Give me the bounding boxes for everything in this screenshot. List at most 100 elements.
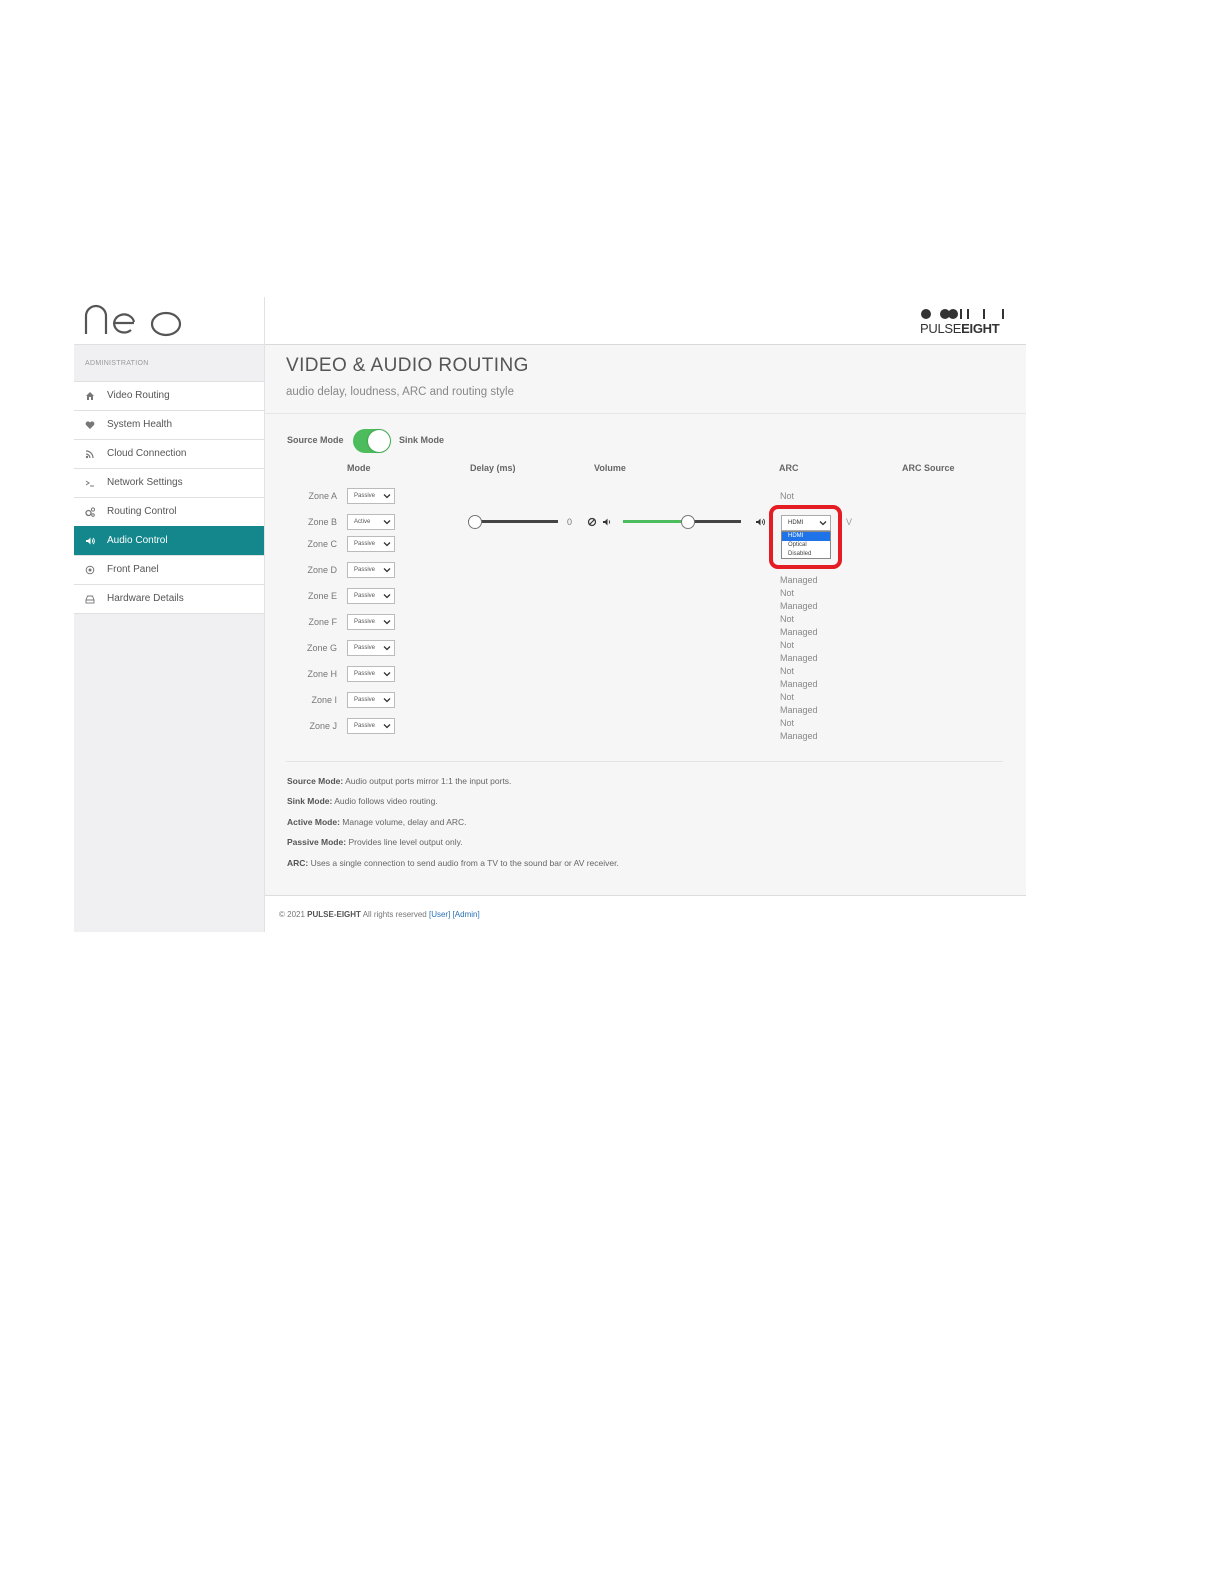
zone-label: Zone B [307,517,337,527]
zone-label: Zone J [309,721,337,731]
legend-desc: Manage volume, delay and ARC. [342,817,467,827]
zone-j-mode-select[interactable]: Passive [347,718,395,734]
footer-copyright: © 2021 [279,910,305,919]
sidebar-item-label: Audio Control [107,535,168,546]
zone-label: Zone I [311,695,337,705]
chevron-down-icon [383,620,391,625]
footer: © 2021 PULSE-EIGHT All rights reserved [… [279,910,480,919]
legend-desc: Audio output ports mirror 1:1 the input … [345,776,512,786]
select-value: Passive [354,723,376,729]
zone-g-mode-select[interactable]: Passive [347,640,395,656]
sidebar-item-routing-control[interactable]: Routing Control [74,497,264,526]
sidebar-nav: Video Routing System Health Cloud Connec… [74,381,264,614]
legend-term: Sink Mode: [287,796,333,806]
cogs-icon [85,507,96,517]
select-value: Passive [354,593,376,599]
zone-a-mode-select[interactable]: Passive [347,488,395,504]
select-value: Passive [354,671,376,677]
zone-label: Zone A [308,491,337,501]
zone-b-mode-select[interactable]: Active [347,514,395,530]
footer-admin-link[interactable]: [Admin] [453,910,480,919]
col-header-volume: Volume [594,463,626,473]
chevron-down-icon [383,672,391,677]
target-icon [85,565,95,575]
chevron-down-icon [383,594,391,599]
zone-label: Zone E [307,591,337,601]
page-title: VIDEO & AUDIO ROUTING [286,355,529,376]
zone-b-delay-slider[interactable] [468,515,558,529]
arc-status-not: Not [780,692,795,702]
wordmark-pulse: PULSE [920,321,962,336]
legend-term: Source Mode: [287,776,344,786]
chevron-down-icon [383,542,391,547]
neo-logo [84,304,182,337]
legend-desc: Audio follows video routing. [334,796,438,806]
sidebar-item-hardware-details[interactable]: Hardware Details [74,584,264,614]
volume-down-icon[interactable] [602,517,612,527]
home-icon [85,391,95,401]
zone-d-mode-select[interactable]: Passive [347,562,395,578]
arc-status-managed: Managed [780,653,818,663]
rss-icon [85,449,95,459]
legend-term: Passive Mode: [287,837,347,847]
arc-status-not: Not [780,666,795,676]
zone-h-mode-select[interactable]: Passive [347,666,395,682]
select-value: Passive [354,493,376,499]
zone-label: Zone C [307,539,337,549]
volume-up-icon[interactable] [755,517,766,527]
delay-slider-knob[interactable] [468,515,482,529]
sidebar-item-video-routing[interactable]: Video Routing [74,381,264,410]
title-divider [265,413,1026,414]
arc-status-managed: Managed [780,731,818,741]
legend-desc: Provides line level output only. [348,837,463,847]
page-subtitle: audio delay, loudness, ARC and routing s… [286,386,515,398]
sidebar-item-label: Video Routing [107,390,170,401]
main-content: VIDEO & AUDIO ROUTING audio delay, loudn… [265,345,1026,895]
zone-c-mode-select[interactable]: Passive [347,536,395,552]
legend-desc: Uses a single connection to send audio f… [310,858,619,868]
sidebar-item-front-panel[interactable]: Front Panel [74,555,264,584]
source-sink-toggle[interactable] [353,429,391,453]
section-label: ADMINISTRATION [85,360,149,367]
pulse-eight-mark [921,309,1004,319]
legend-term: ARC: [287,858,309,868]
speaker-icon [85,536,95,546]
zone-i-mode-select[interactable]: Passive [347,692,395,708]
sidebar-item-cloud-connection[interactable]: Cloud Connection [74,439,264,468]
select-value: Passive [354,619,376,625]
terminal-icon [85,478,95,488]
legend-active-mode: Active Mode: Manage volume, delay and AR… [287,817,467,827]
heart-icon [85,420,95,430]
mode-toggle-row: Source Mode Sink Mode [287,429,587,453]
sidebar-item-label: Routing Control [107,506,177,517]
select-value: Passive [354,645,376,651]
arc-status-not: Not [780,640,795,650]
volume-slider-knob[interactable] [681,515,695,529]
legend-passive-mode: Passive Mode: Provides line level output… [287,837,463,847]
sidebar-item-system-health[interactable]: System Health [74,410,264,439]
arc-status-not: Not [780,718,795,728]
zone-e-mode-select[interactable]: Passive [347,588,395,604]
legend-sink-mode: Sink Mode: Audio follows video routing. [287,796,438,806]
sidebar-item-audio-control[interactable]: Audio Control [74,526,264,555]
zone-a-arc-status: Not [780,490,794,503]
select-value: Passive [354,541,376,547]
footer-user-link[interactable]: [User] [429,910,450,919]
chevron-down-icon [383,568,391,573]
zone-label: Zone D [307,565,337,575]
logo-area: neo [74,297,264,345]
chevron-down-icon [383,520,391,525]
arc-status-not: Not [780,588,795,598]
select-value: Passive [354,697,376,703]
zone-b-volume-slider[interactable] [623,515,741,529]
sink-mode-label: Sink Mode [399,435,445,445]
select-value: Active [354,519,371,525]
wordmark-eight: EIGHT [961,321,1000,336]
mute-icon[interactable] [587,517,597,527]
zone-f-mode-select[interactable]: Passive [347,614,395,630]
sidebar-item-network-settings[interactable]: Network Settings [74,468,264,497]
col-header-arc-source: ARC Source [902,463,955,473]
arc-status-managed: Managed [780,575,818,585]
sidebar-item-label: Cloud Connection [107,448,187,459]
sidebar-item-label: System Health [107,419,173,430]
